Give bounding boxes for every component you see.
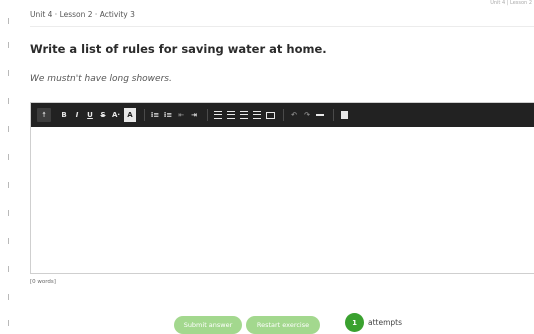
attempts-count-badge: 1 — [345, 313, 364, 332]
strikethrough-button[interactable]: S — [98, 108, 108, 122]
align-justify-icon — [253, 111, 261, 119]
align-center-button[interactable] — [226, 108, 236, 122]
redo-button[interactable]: ↷ — [302, 108, 312, 122]
restart-exercise-button[interactable]: Restart exercise — [246, 316, 320, 334]
toolbar-divider — [207, 109, 208, 121]
word-count: [0 words] — [30, 279, 56, 285]
header-divider — [30, 26, 534, 27]
accessibility-icon[interactable]: ☨ — [37, 108, 51, 122]
horizontal-rule-icon — [316, 114, 324, 116]
indent-button[interactable]: ⇥ — [189, 108, 199, 122]
toolbar-divider — [144, 109, 145, 121]
align-left-icon — [214, 111, 222, 119]
submit-answer-button[interactable]: Submit answer — [174, 316, 242, 334]
paste-document-button[interactable] — [339, 108, 349, 122]
align-right-icon — [240, 111, 248, 119]
example-sentence: We mustn't have long showers. — [30, 74, 172, 84]
undo-button[interactable]: ↶ — [289, 108, 299, 122]
underline-button[interactable]: U — [85, 108, 95, 122]
italic-button[interactable]: I — [72, 108, 82, 122]
editor-toolbar: ☨ B I U S A· A ⁝≡ ⁝≡ ⇤ ⇥ ↶ ↷ — [31, 103, 534, 127]
horizontal-rule-button[interactable] — [315, 108, 325, 122]
align-center-icon — [227, 111, 235, 119]
answer-text-area[interactable] — [31, 127, 534, 273]
bold-button[interactable]: B — [59, 108, 69, 122]
align-left-button[interactable] — [213, 108, 223, 122]
ordered-list-button[interactable]: ⁝≡ — [150, 108, 160, 122]
document-icon — [340, 111, 348, 119]
breadcrumb: Unit 4 · Lesson 2 · Activity 3 — [30, 10, 135, 19]
toolbar-divider — [283, 109, 284, 121]
align-right-button[interactable] — [239, 108, 249, 122]
highlight-color-button[interactable]: A — [124, 108, 136, 122]
align-justify-button[interactable] — [252, 108, 262, 122]
left-margin-ticks — [0, 0, 20, 330]
table-button[interactable] — [265, 108, 275, 122]
top-right-note: Unit 4 | Lesson 2 — [490, 0, 532, 6]
attempts-label: attempts — [368, 318, 403, 327]
table-icon — [265, 111, 275, 119]
question-title: Write a list of rules for saving water a… — [30, 42, 327, 56]
toolbar-divider — [333, 109, 334, 121]
unordered-list-button[interactable]: ⁝≡ — [163, 108, 173, 122]
rich-text-editor: ☨ B I U S A· A ⁝≡ ⁝≡ ⇤ ⇥ ↶ ↷ — [30, 102, 534, 274]
outdent-button[interactable]: ⇤ — [176, 108, 186, 122]
font-color-button[interactable]: A· — [111, 108, 121, 122]
